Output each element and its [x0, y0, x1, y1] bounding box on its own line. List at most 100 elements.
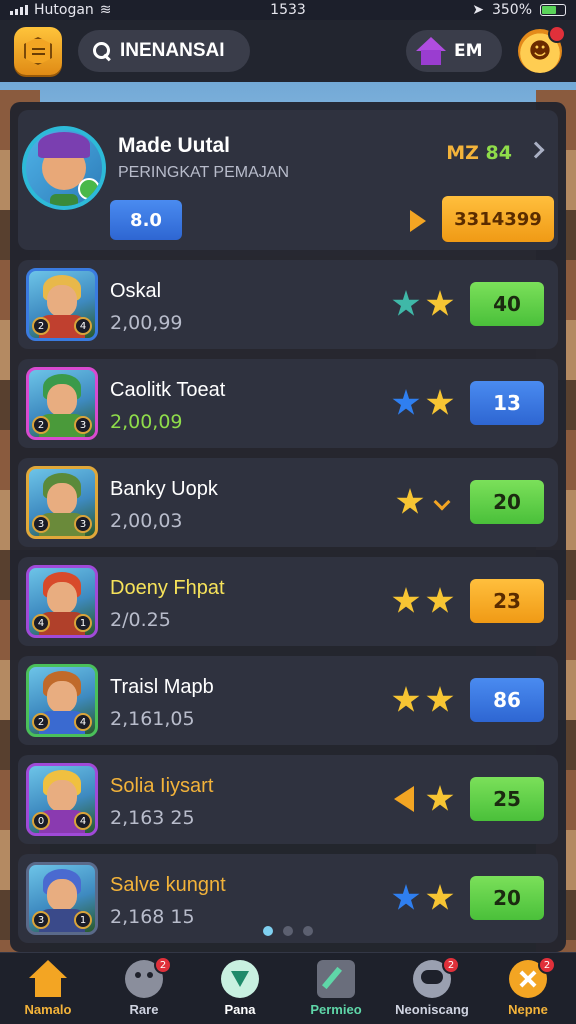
- menu-button[interactable]: [14, 27, 62, 75]
- menu-icon: [24, 37, 52, 65]
- tab-nepne[interactable]: Nepne 2: [482, 956, 574, 1017]
- player-value-button[interactable]: 25: [470, 777, 544, 821]
- player-value-button[interactable]: 40: [470, 282, 544, 326]
- star-icon: [396, 488, 424, 514]
- player-score: 2,163 25: [110, 807, 195, 829]
- star-icon: [392, 686, 420, 712]
- player-row[interactable]: 4 1 Doeny Fhpat 2/0.25 23: [18, 557, 558, 646]
- player-avatar: 2 3: [26, 367, 98, 440]
- player-score: 2,00,03: [110, 510, 183, 532]
- player-avatar: 2 4: [26, 268, 98, 341]
- player-score: 2/0.25: [110, 609, 171, 631]
- profile-avatar: [22, 126, 106, 210]
- triangle-icon: [221, 960, 259, 998]
- profile-score: MZ 84: [446, 142, 512, 164]
- avatar-badge-right: 4: [74, 317, 92, 335]
- player-stars: [392, 884, 454, 912]
- player-score: 2,161,05: [110, 708, 195, 730]
- player-name: Caolitk Toeat: [110, 379, 226, 401]
- smiley-icon: ☻: [528, 38, 552, 64]
- profile-card[interactable]: Made Uutal PERINGKAT PEMAJAN MZ 84 8.0 3…: [18, 110, 558, 250]
- top-bar: INENANSAI EM ☻: [0, 20, 576, 82]
- star-icon: [392, 884, 420, 910]
- player-value-button[interactable]: 20: [470, 480, 544, 524]
- profile-name: Made Uutal: [118, 134, 231, 157]
- battery-label: 350%: [491, 2, 532, 18]
- avatar-head: [47, 879, 77, 911]
- clock: 1533: [270, 2, 306, 18]
- battery-icon: [540, 4, 566, 16]
- star-icon: [426, 785, 454, 811]
- avatar-head: [47, 483, 77, 515]
- player-row[interactable]: 2 3 Caolitk Toeat 2,00,09 13: [18, 359, 558, 448]
- avatar-badge-left: 2: [32, 317, 50, 335]
- player-value-button[interactable]: 13: [470, 381, 544, 425]
- player-row[interactable]: 2 4 Oskal 2,00,99 40: [18, 260, 558, 349]
- tab-label: Pana: [224, 1002, 256, 1017]
- home-icon: [29, 960, 67, 998]
- page-dot[interactable]: [263, 926, 273, 936]
- star-icon: [426, 686, 454, 712]
- avatar-badge-left: 0: [32, 812, 50, 830]
- player-value-button[interactable]: 23: [470, 579, 544, 623]
- user-avatar[interactable]: ☻: [518, 25, 566, 73]
- avatar-badge-left: 3: [32, 515, 50, 533]
- profile-score-prefix: MZ: [446, 142, 479, 164]
- avatar-badge-right: 4: [74, 713, 92, 731]
- avatar-head: [47, 582, 77, 614]
- player-value-button[interactable]: 20: [470, 876, 544, 920]
- player-stars: [392, 290, 454, 318]
- profile-subtitle: PERINGKAT PEMAJAN: [118, 164, 289, 181]
- star-icon: [426, 884, 454, 910]
- player-name: Salve kungnt: [110, 874, 226, 896]
- star-icon: [426, 389, 454, 415]
- player-row[interactable]: 0 4 Solia Iiysart 2,163 25 25: [18, 755, 558, 844]
- tab-label: Nepne: [508, 1002, 548, 1017]
- avatar-badge-right: 3: [74, 416, 92, 434]
- tab-neoniscang[interactable]: Neoniscang 2: [386, 956, 478, 1017]
- tab-permieo[interactable]: Permieo: [290, 960, 382, 1017]
- tab-label: Namalo: [24, 1002, 72, 1017]
- chevron-right-icon[interactable]: [527, 141, 545, 159]
- tab-namalo[interactable]: Namalo: [2, 960, 94, 1017]
- avatar-head: [47, 384, 77, 416]
- player-score: 2,00,09: [110, 411, 183, 433]
- coins-button[interactable]: 3314399: [442, 196, 554, 242]
- player-name: Traisl Mapb: [110, 676, 214, 698]
- home-button[interactable]: EM: [406, 30, 502, 72]
- tab-rare[interactable]: Rare 2: [98, 956, 190, 1017]
- player-name: Doeny Fhpat: [110, 577, 225, 599]
- page-dot[interactable]: [283, 926, 293, 936]
- avatar-badge-left: 2: [32, 713, 50, 731]
- player-avatar: 3 3: [26, 466, 98, 539]
- player-score: 2,168 15: [110, 906, 195, 928]
- player-stars: [392, 389, 454, 417]
- tab-pana[interactable]: Pana: [194, 960, 286, 1017]
- avatar-badge-left: 4: [32, 614, 50, 632]
- tab-label: Rare: [129, 1002, 159, 1017]
- notification-dot: [548, 25, 566, 43]
- level-badge: 8.0: [110, 200, 182, 240]
- arrow-left-icon: [394, 786, 414, 812]
- wifi-icon: ≋: [99, 2, 112, 18]
- play-icon: [410, 210, 426, 232]
- avatar-head: [47, 780, 77, 812]
- star-icon: [426, 290, 454, 316]
- bottom-tab-bar: Namalo Rare 2 Pana Permieo Neoniscang 2 …: [0, 952, 576, 1024]
- player-stars: [392, 587, 454, 615]
- page-dot[interactable]: [303, 926, 313, 936]
- star-icon: [392, 389, 420, 415]
- search-bar[interactable]: INENANSAI: [78, 30, 250, 72]
- avatar-head: [47, 285, 77, 317]
- tab-label: Neoniscang: [395, 1002, 469, 1017]
- notification-badge: 2: [154, 956, 172, 974]
- edit-icon: [317, 960, 355, 998]
- star-icon: [426, 587, 454, 613]
- player-row[interactable]: 2 4 Traisl Mapb 2,161,05 86: [18, 656, 558, 745]
- player-name: Banky Uopk: [110, 478, 218, 500]
- player-row[interactable]: 3 3 Banky Uopk 2,00,03 20: [18, 458, 558, 547]
- player-avatar: 4 1: [26, 565, 98, 638]
- player-value-button[interactable]: 86: [470, 678, 544, 722]
- search-icon: [92, 41, 112, 61]
- signal-icon: [10, 5, 28, 15]
